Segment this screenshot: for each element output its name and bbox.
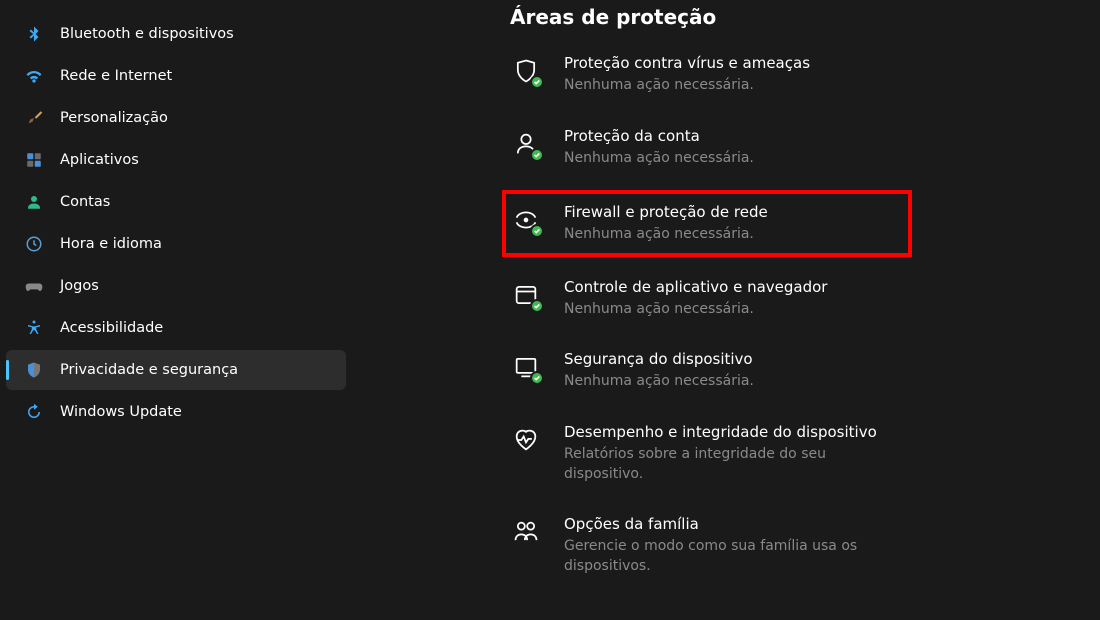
protection-desc: Relatórios sobre a integridade do seu di… <box>564 445 904 484</box>
check-badge-icon <box>530 371 544 385</box>
sidebar-item-label: Rede e Internet <box>60 68 172 84</box>
settings-sidebar: Bluetooth e dispositivos Rede e Internet… <box>0 0 352 620</box>
heart-pulse-icon <box>510 424 542 456</box>
sidebar-item-label: Acessibilidade <box>60 320 163 336</box>
protection-item-account[interactable]: Proteção da conta Nenhuma ação necessári… <box>510 124 1080 171</box>
check-badge-icon <box>530 148 544 162</box>
accessibility-icon <box>24 318 44 338</box>
section-heading: Áreas de proteção <box>510 5 1080 29</box>
protection-title: Controle de aplicativo e navegador <box>564 277 1080 298</box>
bluetooth-icon <box>24 24 44 44</box>
protection-item-firewall[interactable]: Firewall e proteção de rede Nenhuma ação… <box>502 190 912 257</box>
sidebar-item-windows-update[interactable]: Windows Update <box>6 392 346 432</box>
apps-icon <box>24 150 44 170</box>
sidebar-item-time-language[interactable]: Hora e idioma <box>6 224 346 264</box>
update-icon <box>24 402 44 422</box>
sidebar-item-accessibility[interactable]: Acessibilidade <box>6 308 346 348</box>
sidebar-item-label: Aplicativos <box>60 152 139 168</box>
protection-title: Opções da família <box>564 514 1080 535</box>
protection-item-app-browser[interactable]: Controle de aplicativo e navegador Nenhu… <box>510 275 1080 322</box>
protection-title: Desempenho e integridade do dispositivo <box>564 422 1080 443</box>
protection-title: Firewall e proteção de rede <box>564 202 900 223</box>
protection-item-virus[interactable]: Proteção contra vírus e ameaças Nenhuma … <box>510 51 1080 98</box>
sidebar-item-gaming[interactable]: Jogos <box>6 266 346 306</box>
protection-item-performance[interactable]: Desempenho e integridade do dispositivo … <box>510 420 1080 486</box>
family-icon <box>510 516 542 548</box>
gamepad-icon <box>24 276 44 296</box>
protection-item-device-security[interactable]: Segurança do dispositivo Nenhuma ação ne… <box>510 347 1080 394</box>
protection-desc: Nenhuma ação necessária. <box>564 372 904 392</box>
app-browser-icon <box>510 279 542 311</box>
protection-desc: Nenhuma ação necessária. <box>564 300 904 320</box>
protection-desc: Nenhuma ação necessária. <box>564 149 904 169</box>
sidebar-item-label: Hora e idioma <box>60 236 162 252</box>
sidebar-item-accounts[interactable]: Contas <box>6 182 346 222</box>
firewall-icon <box>510 204 542 236</box>
main-content: Áreas de proteção Proteção contra vírus … <box>352 0 1100 620</box>
check-badge-icon <box>530 299 544 313</box>
protection-desc: Nenhuma ação necessária. <box>564 76 904 96</box>
protection-title: Proteção contra vírus e ameaças <box>564 53 1080 74</box>
wifi-icon <box>24 66 44 86</box>
protection-title: Segurança do dispositivo <box>564 349 1080 370</box>
sidebar-item-label: Jogos <box>60 278 99 294</box>
sidebar-item-label: Personalização <box>60 110 168 126</box>
device-security-icon <box>510 351 542 383</box>
sidebar-item-label: Contas <box>60 194 110 210</box>
shield-icon <box>24 360 44 380</box>
protection-desc: Gerencie o modo como sua família usa os … <box>564 537 904 576</box>
sidebar-item-privacy-security[interactable]: Privacidade e segurança <box>6 350 346 390</box>
virus-shield-icon <box>510 55 542 87</box>
clock-globe-icon <box>24 234 44 254</box>
account-protection-icon <box>510 128 542 160</box>
sidebar-item-label: Bluetooth e dispositivos <box>60 26 234 42</box>
protection-title: Proteção da conta <box>564 126 1080 147</box>
sidebar-item-personalization[interactable]: Personalização <box>6 98 346 138</box>
sidebar-item-label: Windows Update <box>60 404 182 420</box>
protection-item-family[interactable]: Opções da família Gerencie o modo como s… <box>510 512 1080 578</box>
check-badge-icon <box>530 224 544 238</box>
sidebar-item-bluetooth[interactable]: Bluetooth e dispositivos <box>6 14 346 54</box>
sidebar-item-apps[interactable]: Aplicativos <box>6 140 346 180</box>
protection-desc: Nenhuma ação necessária. <box>564 225 900 245</box>
person-icon <box>24 192 44 212</box>
sidebar-item-network[interactable]: Rede e Internet <box>6 56 346 96</box>
brush-icon <box>24 108 44 128</box>
check-badge-icon <box>530 75 544 89</box>
sidebar-item-label: Privacidade e segurança <box>60 362 238 378</box>
